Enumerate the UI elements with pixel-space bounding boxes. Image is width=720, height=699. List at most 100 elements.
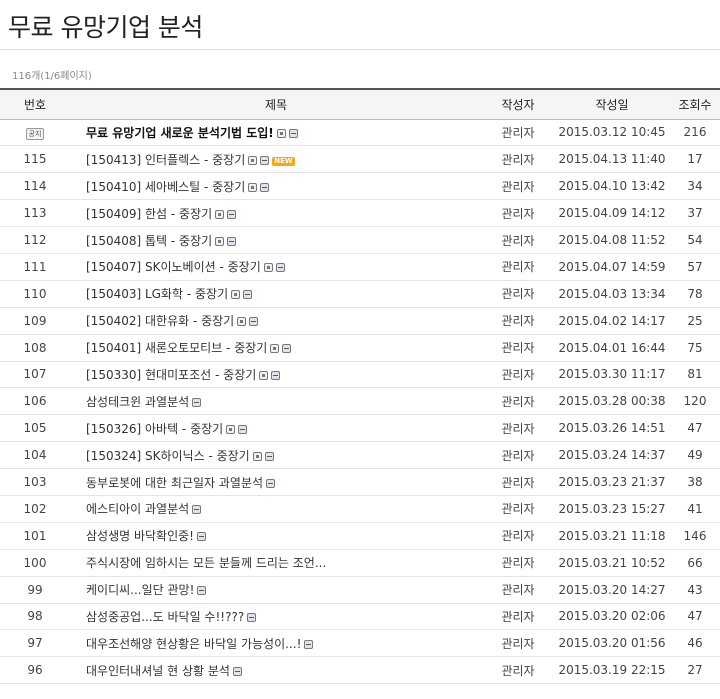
post-author[interactable]: 관리자	[482, 657, 554, 684]
post-author[interactable]: 관리자	[482, 388, 554, 415]
post-title-link[interactable]: 대우조선해양 현상황은 바닥일 가능성이...!	[86, 637, 301, 651]
hot-post-icon	[243, 290, 253, 300]
post-author[interactable]: 관리자	[482, 522, 554, 549]
post-author[interactable]: 관리자	[482, 173, 554, 200]
table-row[interactable]: 108 [150401] 새론오토모티브 - 중장기 관리자 2015.04.01 1…	[0, 334, 720, 362]
attachment-icon	[276, 128, 286, 138]
post-author[interactable]: 관리자	[482, 442, 554, 469]
post-title-link[interactable]: [150413] 인터플렉스 - 중장기	[86, 153, 245, 167]
post-title-link[interactable]: 동부로봇에 대한 최근일자 과열분석	[86, 476, 263, 490]
hot-post-icon	[197, 586, 207, 596]
post-subject-cell: [150402] 대한유화 - 중장기	[70, 307, 482, 334]
page-title: 무료 유망기업 분석	[8, 13, 203, 42]
post-title-link[interactable]: 케이디씨...일단 관망!	[86, 583, 194, 597]
post-hits: 38	[687, 475, 703, 490]
hot-post-icon	[238, 424, 248, 434]
post-subject-cell: 삼성중공업...도 바닥일 수!!???	[70, 603, 482, 630]
post-title-link[interactable]: 무료 유망기업 새로운 분석기법 도입!	[86, 126, 274, 140]
hot-post-icon	[260, 155, 270, 165]
table-row[interactable]: 99 케이디씨...일단 관망! 관리자 2015.03.20 14:27 43	[0, 576, 720, 604]
post-title-link[interactable]: [150410] 세아베스틸 - 중장기	[86, 180, 245, 194]
post-date: 2015.03.30 11:17	[558, 367, 666, 382]
table-row[interactable]: 109 [150402] 대한유화 - 중장기 관리자 2015.04.02 14:1…	[0, 307, 720, 335]
post-author[interactable]: 관리자	[482, 603, 554, 630]
post-title-link[interactable]: 삼성중공업...도 바닥일 수!!???	[86, 610, 244, 624]
post-author[interactable]: 관리자	[482, 549, 554, 576]
post-author[interactable]: 관리자	[482, 146, 554, 173]
hot-post-icon	[260, 182, 270, 192]
table-row[interactable]: 98 삼성중공업...도 바닥일 수!!??? 관리자 2015.03.20 02:0…	[0, 603, 720, 630]
table-row[interactable]: 100 주식시장에 임하시는 모든 분들께 드리는 조언... 관리자 2015.03…	[0, 549, 720, 577]
post-title-link[interactable]: [150401] 새론오토모티브 - 중장기	[86, 341, 267, 355]
post-title-link[interactable]: 삼성테크윈 과열분석	[86, 395, 189, 409]
post-title-link[interactable]: [150409] 한섬 - 중장기	[86, 207, 212, 221]
column-header-subject[interactable]: 제목	[70, 89, 482, 119]
post-title-link[interactable]: 주식시장에 임하시는 모든 분들께 드리는 조언...	[86, 556, 326, 570]
post-number: 107	[23, 367, 47, 382]
table-row[interactable]: 96 대우인터내셔널 현 상황 분석 관리자 2015.03.19 22:15 27	[0, 657, 720, 684]
post-author[interactable]: 관리자	[482, 227, 554, 254]
post-title-link[interactable]: [150402] 대한유화 - 중장기	[86, 314, 234, 328]
post-subject-cell: [150409] 한섬 - 중장기	[70, 200, 482, 227]
table-row[interactable]: 97 대우조선해양 현상황은 바닥일 가능성이...! 관리자 2015.03.20 …	[0, 630, 720, 657]
post-title-link[interactable]: [150330] 현대미포조선 - 중장기	[86, 368, 256, 382]
table-row[interactable]: 113 [150409] 한섬 - 중장기 관리자 2015.04.09 14:12 3…	[0, 200, 720, 227]
table-row[interactable]: 107 [150330] 현대미포조선 - 중장기 관리자 2015.03.30 11…	[0, 361, 720, 388]
post-author[interactable]: 관리자	[482, 307, 554, 334]
post-author[interactable]: 관리자	[482, 469, 554, 496]
hot-post-icon	[192, 505, 202, 515]
table-row[interactable]: 102 에스티아이 과열분석 관리자 2015.03.23 15:27 41	[0, 495, 720, 523]
post-author[interactable]: 관리자	[482, 361, 554, 388]
post-author[interactable]: 관리자	[482, 280, 554, 307]
post-author[interactable]: 관리자	[482, 415, 554, 442]
post-author[interactable]: 관리자	[482, 334, 554, 361]
post-hits: 46	[687, 636, 703, 651]
post-author[interactable]: 관리자	[482, 119, 554, 146]
post-title-link[interactable]: [150326] 아바텍 - 중장기	[86, 422, 223, 436]
post-hits: 57	[687, 259, 703, 274]
post-author[interactable]: 관리자	[482, 200, 554, 227]
post-title-link[interactable]: [150324] SK하이닉스 - 중장기	[86, 449, 250, 463]
post-title-link[interactable]: 에스티아이 과열분석	[86, 502, 189, 516]
table-row[interactable]: 101 삼성생명 바닥확인중! 관리자 2015.03.21 11:18 146	[0, 522, 720, 550]
post-hits: 146	[683, 528, 707, 543]
column-header-date[interactable]: 작성일	[554, 89, 670, 119]
post-hits: 47	[687, 421, 703, 436]
post-subject-cell: 무료 유망기업 새로운 분석기법 도입!	[70, 119, 482, 146]
post-hits: 81	[687, 367, 703, 382]
post-title-link[interactable]: 대우인터내셔널 현 상황 분석	[86, 664, 230, 678]
post-title-link[interactable]: [150403] LG화학 - 중장기	[86, 287, 228, 301]
post-title-link[interactable]: [150408] 톱텍 - 중장기	[86, 234, 212, 248]
post-hits: 49	[687, 448, 703, 463]
post-title-link[interactable]: 삼성생명 바닥확인중!	[86, 529, 194, 543]
table-row[interactable]: 106 삼성테크윈 과열분석 관리자 2015.03.28 00:38 120	[0, 388, 720, 415]
table-row[interactable]: 114 [150410] 세아베스틸 - 중장기 관리자 2015.04.10 13:…	[0, 173, 720, 200]
post-number: 114	[23, 179, 47, 194]
post-date: 2015.03.28 00:38	[558, 394, 666, 409]
post-number: 106	[23, 394, 47, 409]
post-hits: 78	[687, 286, 703, 301]
post-author[interactable]: 관리자	[482, 253, 554, 280]
post-author[interactable]: 관리자	[482, 495, 554, 522]
post-hits: 25	[687, 313, 703, 328]
table-row[interactable]: 104 [150324] SK하이닉스 - 중장기 관리자 2015.03.24 14…	[0, 442, 720, 469]
post-author[interactable]: 관리자	[482, 630, 554, 657]
attachment-icon	[215, 236, 225, 246]
table-row[interactable]: 105 [150326] 아바텍 - 중장기 관리자 2015.03.26 14:51…	[0, 415, 720, 442]
column-header-author[interactable]: 작성자	[482, 89, 554, 119]
table-row[interactable]: 103 동부로봇에 대한 최근일자 과열분석 관리자 2015.03.23 21:37…	[0, 469, 720, 496]
post-subject-cell: 삼성테크윈 과열분석	[70, 388, 482, 415]
table-row[interactable]: 공지 무료 유망기업 새로운 분석기법 도입! 관리자 2015.03.12 10:4…	[0, 119, 720, 146]
post-date: 2015.04.02 14:17	[558, 313, 666, 328]
column-header-hits[interactable]: 조회수	[670, 89, 720, 119]
post-number: 112	[23, 233, 47, 247]
table-row[interactable]: 115 [150413] 인터플렉스 - 중장기 NEW 관리자 2015.04.13 …	[0, 146, 720, 173]
post-hits: 47	[687, 609, 703, 624]
table-row[interactable]: 111 [150407] SK이노베이션 - 중장기 관리자 2015.04.07 1…	[0, 253, 720, 281]
post-title-link[interactable]: [150407] SK이노베이션 - 중장기	[86, 260, 261, 274]
table-row[interactable]: 110 [150403] LG화학 - 중장기 관리자 2015.04.03 13:3…	[0, 280, 720, 308]
table-row[interactable]: 112 [150408] 톱텍 - 중장기 관리자 2015.04.08 11:52 5…	[0, 227, 720, 254]
post-author[interactable]: 관리자	[482, 576, 554, 603]
hot-post-icon	[288, 128, 298, 138]
post-date: 2015.04.01 16:44	[558, 340, 666, 355]
